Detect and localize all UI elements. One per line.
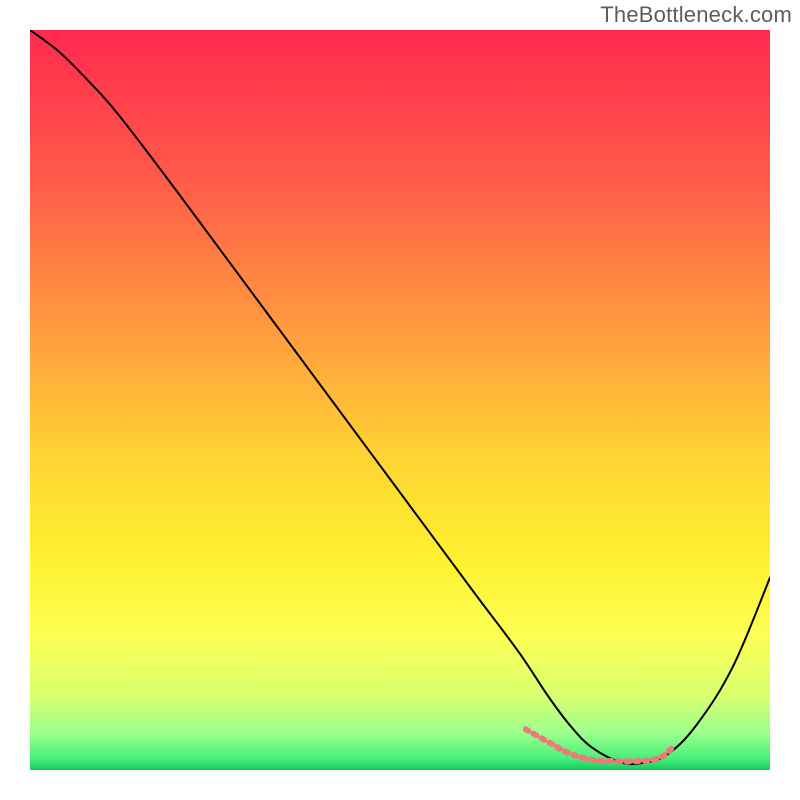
gradient-background <box>30 30 770 770</box>
chart-container: TheBottleneck.com <box>0 0 800 800</box>
plot-area <box>30 30 770 770</box>
watermark-text: TheBottleneck.com <box>600 2 792 28</box>
chart-svg <box>30 30 770 770</box>
